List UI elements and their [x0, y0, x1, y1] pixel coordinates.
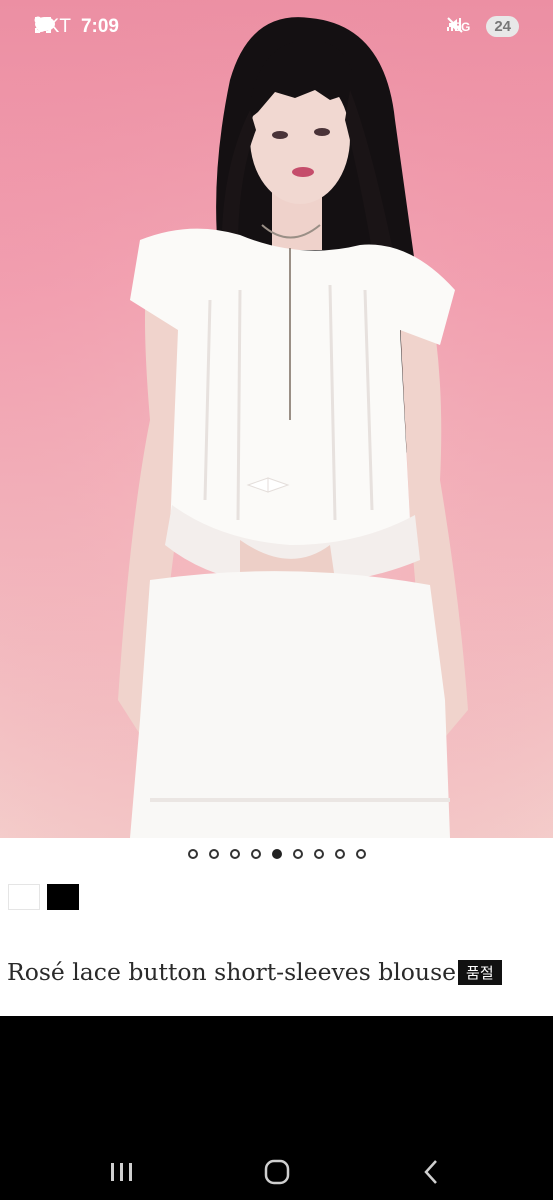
pagination-dot[interactable] — [355, 849, 366, 859]
color-swatch[interactable] — [47, 884, 79, 910]
pagination-dot[interactable] — [271, 849, 282, 859]
product-image[interactable]: SKT 7:09 5G — [0, 0, 553, 838]
recent-apps-icon — [109, 1161, 135, 1187]
color-swatch[interactable] — [8, 884, 40, 910]
battery-icon: 24 — [486, 16, 519, 37]
pagination-dot[interactable] — [313, 849, 324, 859]
navigation-bar — [0, 1016, 553, 1200]
product-photo-illustration — [0, 0, 553, 838]
gallery-pagination[interactable] — [0, 849, 553, 859]
status-right: 5G 24 — [446, 16, 519, 37]
pagination-dot[interactable] — [292, 849, 303, 859]
product-info: Rosé lace button short-sleeves blouse 품절 — [0, 838, 553, 1016]
pagination-dot[interactable] — [187, 849, 198, 859]
pagination-dot[interactable] — [229, 849, 240, 859]
product-title-row[interactable]: Rosé lace button short-sleeves blouse 품절 — [7, 958, 502, 986]
screen: SKT 7:09 5G — [0, 0, 553, 1200]
back-button[interactable] — [401, 1154, 461, 1194]
color-swatches — [8, 884, 79, 910]
pagination-dot[interactable] — [250, 849, 261, 859]
clock-time: 7:09 — [80, 16, 119, 37]
pagination-dot[interactable] — [334, 849, 345, 859]
back-icon — [421, 1159, 441, 1189]
status-bar: SKT 7:09 5G — [0, 0, 553, 58]
home-button[interactable] — [247, 1154, 307, 1194]
home-icon — [264, 1159, 290, 1189]
product-title: Rosé lace button short-sleeves blouse — [7, 958, 457, 986]
sold-out-badge: 품절 — [458, 959, 502, 985]
status-left: SKT 7:09 — [34, 16, 151, 38]
pagination-dot[interactable] — [208, 849, 219, 859]
recent-apps-button[interactable] — [92, 1154, 152, 1194]
